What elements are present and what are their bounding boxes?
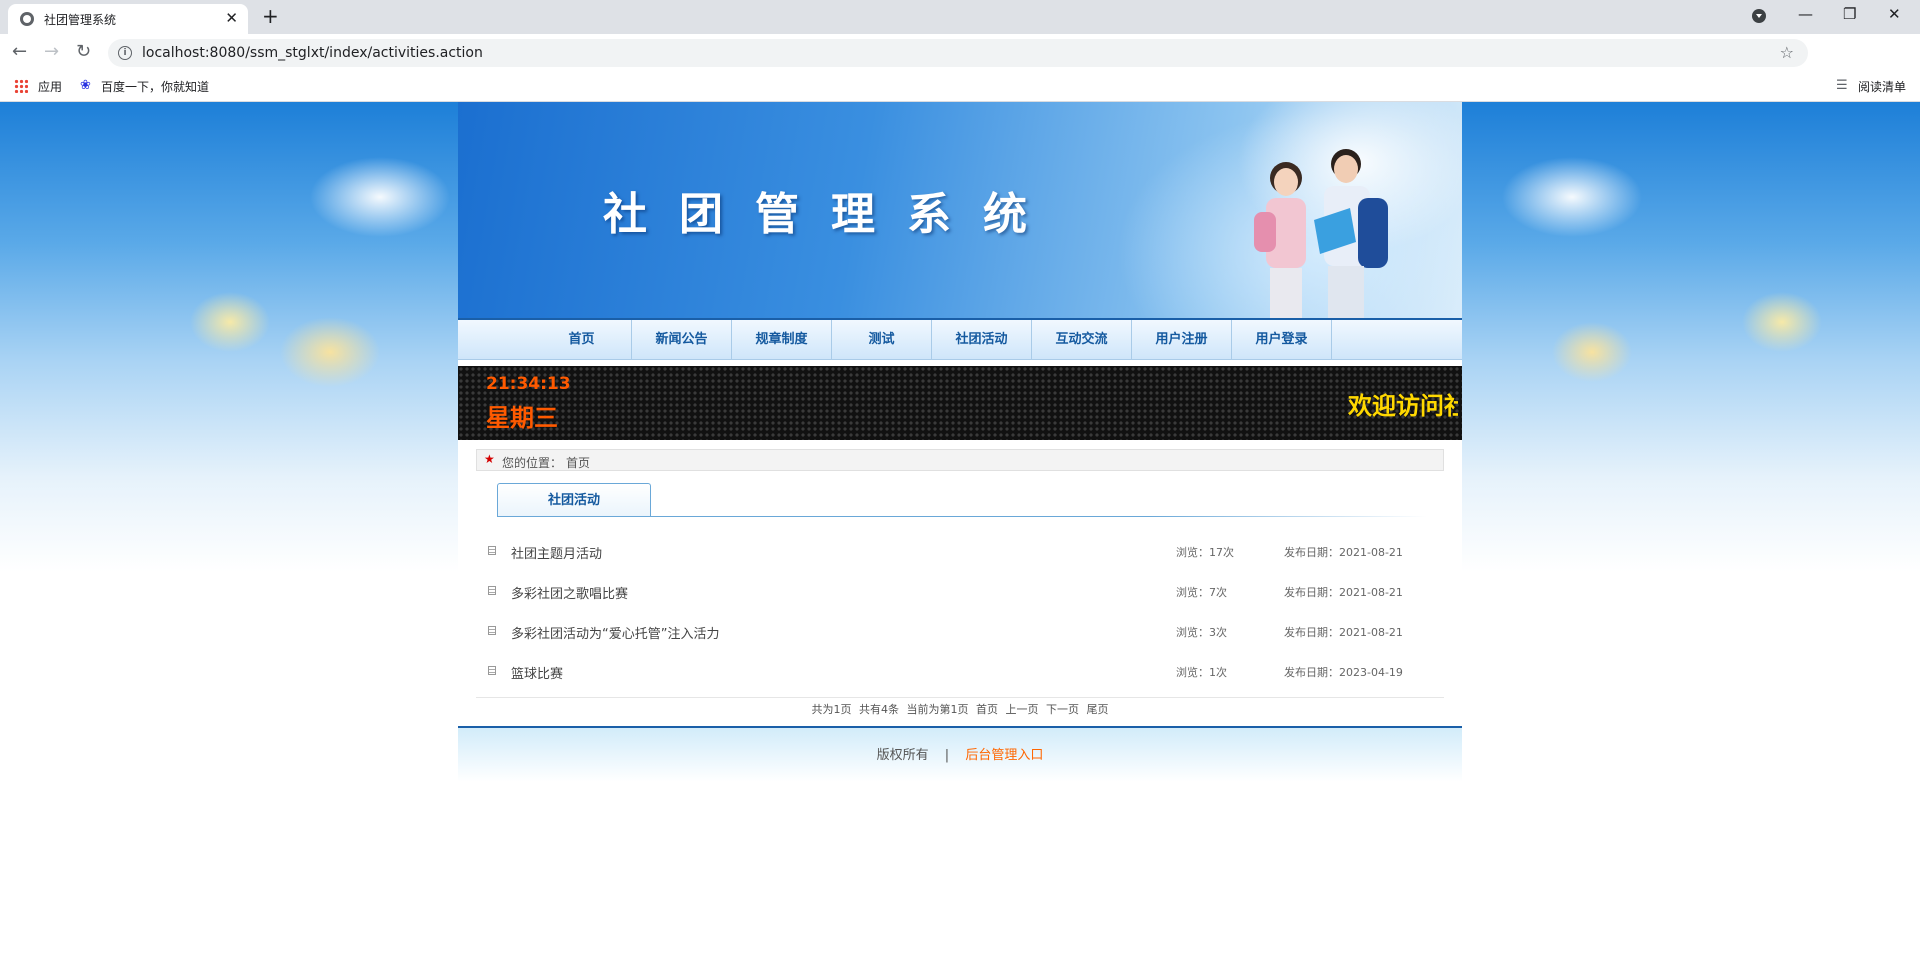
document-icon — [488, 586, 496, 595]
browser-tab-strip: 社团管理系统 ✕ + — ❐ ✕ — [0, 0, 1920, 34]
breadcrumb-label: 您的位置： — [502, 456, 563, 470]
new-tab-button[interactable]: + — [262, 5, 279, 27]
reading-list-icon: ☰ — [1836, 78, 1848, 93]
breadcrumb: ★ 您的位置： 首页 — [476, 449, 1444, 471]
nav-test[interactable]: 测试 — [832, 320, 932, 359]
address-bar[interactable]: i localhost:8080/ssm_stglxt/index/activi… — [108, 39, 1808, 67]
tab-close-button[interactable]: ✕ — [225, 9, 238, 27]
list-item: 社团主题月活动 浏览：17次 发布日期：2021-08-21 — [476, 532, 1444, 572]
document-icon — [488, 546, 496, 555]
activity-date: 发布日期：2021-08-21 — [1284, 586, 1403, 599]
bookmarks-bar: 应用 ❀ 百度一下，你就知道 ☰ 阅读清单 — [0, 70, 1920, 102]
nav-interaction[interactable]: 互动交流 — [1032, 320, 1132, 359]
globe-icon — [20, 12, 34, 26]
back-arrow-icon[interactable]: ← — [12, 41, 27, 63]
reload-icon[interactable]: ↻ — [76, 41, 91, 63]
apps-grid-icon[interactable] — [14, 79, 28, 93]
pagination-next[interactable]: 下一页 — [1046, 703, 1079, 716]
activity-views: 浏览：7次 — [1176, 586, 1227, 599]
list-item: 多彩社团之歌唱比赛 浏览：7次 发布日期：2021-08-21 — [476, 572, 1444, 612]
star-icon: ★ — [484, 452, 495, 466]
led-weekday: 星期三 — [486, 404, 558, 432]
browser-tab[interactable]: 社团管理系统 ✕ — [8, 4, 248, 34]
activity-title-link[interactable]: 多彩社团活动为“爱心托管”注入活力 — [511, 623, 719, 642]
main-container: 社团管理系统 首页 新闻公告 规章制度 测试 社团活动 互动交流 用户注册 用户… — [458, 102, 1462, 782]
tab-title: 社团管理系统 — [44, 13, 117, 27]
tab-underline — [497, 516, 1427, 517]
document-icon — [488, 666, 496, 675]
site-banner: 社团管理系统 — [458, 102, 1462, 320]
nav-home[interactable]: 首页 — [532, 320, 632, 359]
led-display: 21:34:13 星期三 欢迎访问社团管理系统 — [458, 366, 1462, 440]
url-text[interactable]: localhost:8080/ssm_stglxt/index/activiti… — [142, 45, 483, 61]
nav-news[interactable]: 新闻公告 — [632, 320, 732, 359]
footer-separator: | — [944, 748, 950, 763]
minimize-button[interactable]: — — [1798, 4, 1813, 24]
baidu-paw-icon: ❀ — [80, 78, 91, 93]
bookmark-baidu[interactable]: 百度一下，你就知道 — [101, 78, 209, 95]
nav-register[interactable]: 用户注册 — [1132, 320, 1232, 359]
browser-toolbar: ← → ↻ i localhost:8080/ssm_stglxt/index/… — [0, 34, 1920, 98]
document-icon — [488, 626, 496, 635]
reading-list-button[interactable]: 阅读清单 — [1858, 78, 1906, 95]
nav-rules[interactable]: 规章制度 — [732, 320, 832, 359]
breadcrumb-current: 首页 — [566, 456, 591, 470]
activity-date: 发布日期：2021-08-21 — [1284, 626, 1403, 639]
bookmark-apps[interactable]: 应用 — [38, 78, 62, 95]
led-clock: 21:34:13 — [486, 374, 571, 394]
close-window-button[interactable]: ✕ — [1888, 4, 1901, 24]
main-nav: 首页 新闻公告 规章制度 测试 社团活动 互动交流 用户注册 用户登录 — [458, 320, 1462, 360]
activity-date: 发布日期：2021-08-21 — [1284, 546, 1403, 559]
list-item: 篮球比赛 浏览：1次 发布日期：2023-04-19 — [476, 652, 1444, 692]
background-flowers-left — [0, 102, 460, 572]
pagination-current: 当前为第1页 — [906, 703, 969, 716]
nav-activities[interactable]: 社团活动 — [932, 320, 1032, 359]
background-flowers-right — [1462, 102, 1920, 572]
activity-title-link[interactable]: 多彩社团之歌唱比赛 — [511, 583, 628, 602]
pagination-first[interactable]: 首页 — [976, 703, 998, 716]
students-illustration — [1254, 149, 1388, 318]
led-marquee: 欢迎访问社团管理系统 — [1348, 392, 1458, 420]
restore-button[interactable]: ❐ — [1843, 4, 1856, 24]
activity-date: 发布日期：2023-04-19 — [1284, 666, 1403, 679]
banner-title: 社团管理系统 — [603, 189, 1059, 240]
pagination: 共为1页 共有4条 当前为第1页 首页 上一页 下一页 尾页 — [476, 697, 1444, 719]
activity-views: 浏览：17次 — [1176, 546, 1234, 559]
pagination-prev[interactable]: 上一页 — [1006, 703, 1039, 716]
copyright-text: 版权所有 — [876, 748, 929, 763]
nav-login[interactable]: 用户登录 — [1232, 320, 1332, 359]
pagination-last[interactable]: 尾页 — [1087, 703, 1109, 716]
activity-title-link[interactable]: 篮球比赛 — [511, 663, 563, 682]
activity-views: 浏览：3次 — [1176, 626, 1227, 639]
activity-title-link[interactable]: 社团主题月活动 — [511, 543, 602, 562]
pagination-total-pages: 共为1页 — [811, 703, 852, 716]
site-footer: 版权所有 | 后台管理入口 — [458, 726, 1462, 782]
page-viewport: 社团管理系统 首页 新闻公告 规章制度 测试 社团活动 互动交流 用户注册 用户… — [0, 102, 1920, 973]
forward-arrow-icon[interactable]: → — [44, 41, 59, 63]
site-info-icon[interactable]: i — [118, 46, 132, 60]
list-item: 多彩社团活动为“爱心托管”注入活力 浏览：3次 发布日期：2021-08-21 — [476, 612, 1444, 652]
tab-search-icon[interactable] — [1752, 9, 1766, 23]
activity-views: 浏览：1次 — [1176, 666, 1227, 679]
tab-activities[interactable]: 社团活动 — [497, 483, 651, 517]
pagination-total-items: 共有4条 — [859, 703, 899, 716]
admin-entry-link[interactable]: 后台管理入口 — [965, 748, 1043, 763]
activity-list: 社团主题月活动 浏览：17次 发布日期：2021-08-21 多彩社团之歌唱比赛… — [476, 532, 1444, 692]
bookmark-star-icon[interactable]: ☆ — [1780, 43, 1794, 62]
